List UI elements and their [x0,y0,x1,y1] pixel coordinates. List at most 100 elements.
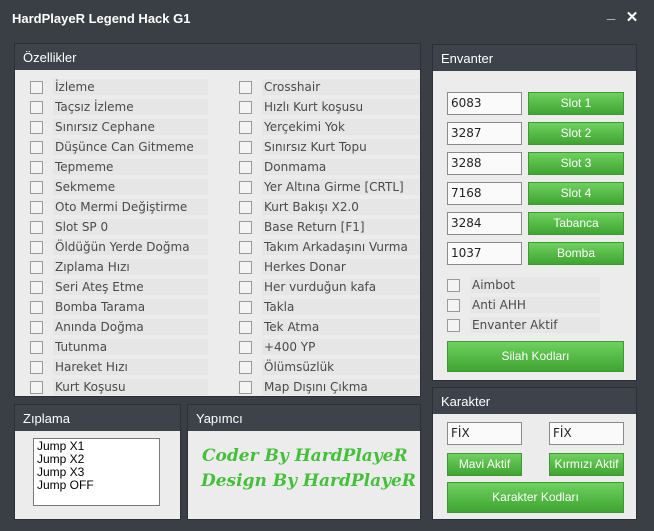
checkbox[interactable] [30,260,43,274]
slot-value-field[interactable]: 7168 [447,182,522,205]
checkbox-item[interactable]: Bomba Tarama [30,298,208,316]
jump-listbox[interactable]: Jump X1 Jump X2 Jump X3 Jump OFF [33,438,160,506]
checkbox[interactable] [447,278,460,292]
checkbox-item[interactable]: Base Return [F1] [239,218,420,236]
checkbox-item[interactable]: +400 YP [239,338,420,356]
checkbox[interactable] [30,240,43,254]
checkbox[interactable] [239,300,252,314]
checkbox-item[interactable]: Kurt Koşusu [30,378,208,396]
features-panel-title: Özellikler [15,44,420,70]
checkbox[interactable] [30,380,43,394]
checkbox-item[interactable]: Crosshair [239,78,420,96]
checkbox[interactable] [239,140,252,154]
checkbox[interactable] [30,220,43,234]
checkbox[interactable] [30,360,43,374]
checkbox-item[interactable]: Aimbot [447,276,600,294]
slot-value-field[interactable]: 1037 [447,242,522,265]
checkbox-item[interactable]: Sınırsız Kurt Topu [239,138,420,156]
checkbox[interactable] [239,380,252,394]
checkbox-item[interactable]: Düşünce Can Gitmeme [30,138,208,156]
checkbox[interactable] [30,160,43,174]
checkbox-item[interactable]: Oto Mermi Değiştirme [30,198,208,216]
slot-button[interactable]: Slot 3 [528,152,624,175]
checkbox-item[interactable]: Donmama [239,158,420,176]
checkbox-item[interactable]: Slot SP 0 [30,218,208,236]
checkbox[interactable] [30,80,43,94]
slot-button[interactable]: Tabanca [528,212,624,235]
checkbox[interactable] [30,340,43,354]
checkbox[interactable] [239,280,252,294]
checkbox-item[interactable]: Kurt Bakışı X2.0 [239,198,420,216]
checkbox-item[interactable]: Sekmeme [30,178,208,196]
checkbox-item[interactable]: Zıplama Hızı [30,258,208,276]
checkbox[interactable] [239,340,252,354]
list-item[interactable]: Jump OFF [37,479,159,492]
checkbox[interactable] [239,360,252,374]
checkbox[interactable] [239,180,252,194]
checkbox-item[interactable]: Map Dışını Çıkma [239,378,420,396]
slot-button[interactable]: Bomba [528,242,624,265]
checkbox[interactable] [30,140,43,154]
title-bar[interactable]: HardPlayeR Legend Hack G1 _ ✕ [0,0,654,38]
checkbox-item[interactable]: Yer Altına Girme [CRTL] [239,178,420,196]
slot-value-field[interactable]: 6083 [447,92,522,115]
checkbox[interactable] [30,120,43,134]
slot-button[interactable]: Slot 4 [528,182,624,205]
checkbox-item[interactable]: Ölümsüzlük [239,358,420,376]
checkbox[interactable] [239,240,252,254]
checkbox-item[interactable]: İzleme [30,78,208,96]
slot-value-field[interactable]: 3287 [447,122,522,145]
checkbox-label: Anında Doğma [53,319,208,335]
checkbox-item[interactable]: Taçsız İzleme [30,98,208,116]
checkbox-item[interactable]: Tutunma [30,338,208,356]
checkbox[interactable] [239,120,252,134]
close-button[interactable]: ✕ [623,8,641,26]
character-codes-button[interactable]: Karakter Kodları [447,482,624,513]
checkbox[interactable] [30,320,43,334]
checkbox-label: Yerçekimi Yok [262,119,420,135]
weapon-codes-button[interactable]: Silah Kodları [447,341,624,372]
checkbox-item[interactable]: Tepmeme [30,158,208,176]
checkbox[interactable] [239,220,252,234]
checkbox-item[interactable]: Envanter Aktif [447,316,600,334]
checkbox-label: Düşünce Can Gitmeme [53,139,208,155]
character-field-1[interactable]: FİX [447,422,522,445]
checkbox-label: Sınırsız Kurt Topu [262,139,420,155]
slot-button[interactable]: Slot 1 [528,92,624,115]
checkbox-item[interactable]: Seri Ateş Etme [30,278,208,296]
checkbox-item[interactable]: Anti AHH [447,296,600,314]
slot-value-field[interactable]: 3284 [447,212,522,235]
checkbox[interactable] [30,200,43,214]
checkbox[interactable] [239,200,252,214]
checkbox[interactable] [239,320,252,334]
checkbox-item[interactable]: Tek Atma [239,318,420,336]
checkbox[interactable] [30,180,43,194]
checkbox-item[interactable]: Herkes Donar [239,258,420,276]
slot-button[interactable]: Slot 2 [528,122,624,145]
checkbox-item[interactable]: Hareket Hızı [30,358,208,376]
checkbox-item[interactable]: Takım Arkadaşını Vurma [239,238,420,256]
checkbox-item[interactable]: Takla [239,298,420,316]
blue-active-button[interactable]: Mavi Aktif [447,453,522,476]
checkbox-item[interactable]: Öldüğün Yerde Doğma [30,238,208,256]
checkbox[interactable] [30,300,43,314]
checkbox[interactable] [447,318,460,332]
checkbox[interactable] [30,100,43,114]
checkbox[interactable] [239,100,252,114]
slot-value-field[interactable]: 3288 [447,152,522,175]
checkbox-item[interactable]: Anında Doğma [30,318,208,336]
red-active-button[interactable]: Kırmızı Aktif [549,453,624,476]
checkbox-item[interactable]: Yerçekimi Yok [239,118,420,136]
checkbox[interactable] [239,160,252,174]
checkbox-item[interactable]: Her vurduğun kafa [239,278,420,296]
checkbox[interactable] [447,298,460,312]
checkbox-item[interactable]: Hızlı Kurt koşusu [239,98,420,116]
checkbox[interactable] [239,260,252,274]
character-field-2[interactable]: FİX [549,422,624,445]
checkbox[interactable] [30,280,43,294]
checkbox-label: Kurt Bakışı X2.0 [262,199,420,215]
minimize-button[interactable]: _ [602,5,620,22]
checkbox[interactable] [239,80,252,94]
checkbox-label: Zıplama Hızı [53,259,208,275]
checkbox-item[interactable]: Sınırsız Cephane [30,118,208,136]
